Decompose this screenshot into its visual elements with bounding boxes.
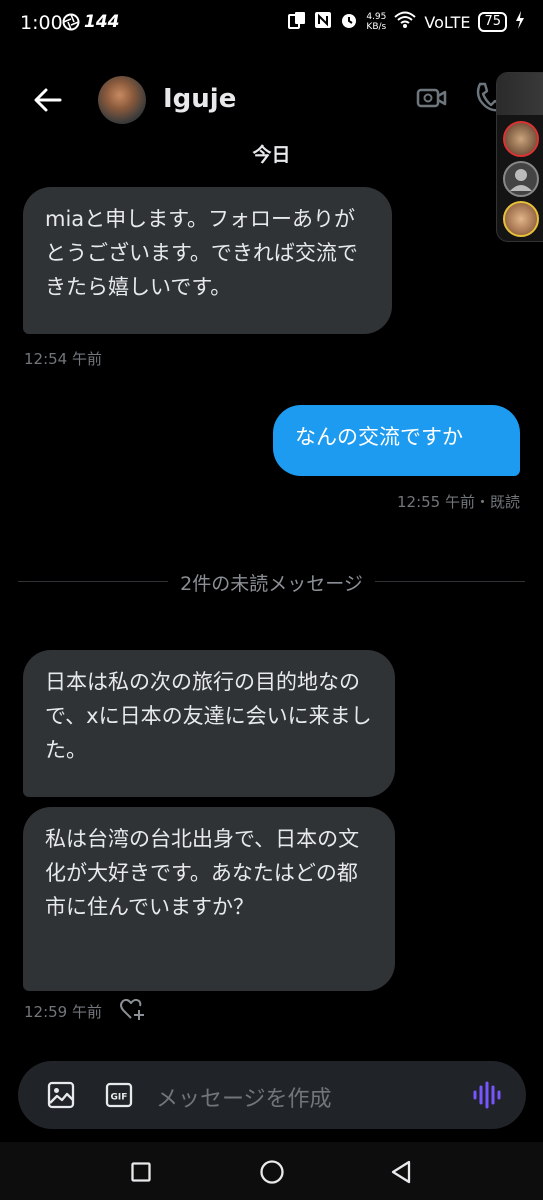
status-time: 1:00 xyxy=(20,12,63,34)
incoming-message-bubble[interactable]: miaと申します。フォローありがとうございます。できれば交流できたら嬉しいです。 xyxy=(23,187,392,334)
voice-message-button[interactable] xyxy=(472,1081,502,1113)
video-call-button[interactable] xyxy=(416,84,448,116)
incoming-message-bubble[interactable]: 私は台湾の台北出身で、日本の文化が大好きです。あなたはどの都市に住んでいますか？ xyxy=(23,807,395,991)
net-speed: 4.95 KB/s xyxy=(366,12,387,32)
overlay-banner xyxy=(497,73,543,115)
system-navigation-bar xyxy=(0,1142,543,1200)
network-label: VoLTE xyxy=(424,12,471,32)
home-button[interactable] xyxy=(259,1159,285,1189)
conversation-username[interactable]: Iguje xyxy=(163,84,236,114)
incoming-message-bubble[interactable]: 日本は私の次の旅行の目的地なので、xに日本の友達に会いに来ました。 xyxy=(23,650,395,797)
status-bar: 1:00 144 4.95 KB/s VoLTE 75 xyxy=(0,0,543,46)
heart-plus-icon xyxy=(120,998,144,1020)
alarm-icon xyxy=(340,11,358,33)
charging-icon xyxy=(515,11,525,33)
overlay-avatar xyxy=(503,201,539,237)
back-button[interactable] xyxy=(28,80,68,120)
video-call-icon xyxy=(416,88,447,108)
message-timestamp: 12:54 午前 xyxy=(24,350,102,368)
message-timestamp: 12:59 午前 xyxy=(24,1003,102,1021)
back-nav-button[interactable] xyxy=(390,1160,412,1188)
recents-button[interactable] xyxy=(131,1162,151,1186)
message-composer: GIF メッセージを作成 xyxy=(18,1061,526,1129)
image-icon xyxy=(47,1081,75,1109)
gif-icon: GIF xyxy=(105,1082,133,1108)
add-reaction-button[interactable] xyxy=(120,998,146,1026)
message-input[interactable]: メッセージを作成 xyxy=(156,1081,332,1113)
notification-n-icon xyxy=(314,11,332,33)
gif-label: GIF xyxy=(111,1093,128,1103)
refresh-rate: 144 xyxy=(84,12,120,32)
wifi-icon xyxy=(394,11,417,33)
aperture-icon xyxy=(62,13,80,35)
triangle-back-icon xyxy=(391,1160,411,1184)
circle-icon xyxy=(260,1160,284,1184)
avatar[interactable] xyxy=(98,76,146,124)
date-label: 今日 xyxy=(252,144,291,166)
attach-image-button[interactable] xyxy=(47,1081,75,1113)
apps-icon xyxy=(288,11,306,33)
back-arrow-icon xyxy=(34,88,62,112)
voice-icon xyxy=(473,1081,501,1109)
message-timestamp-read: 12:55 午前・既読 xyxy=(397,493,520,511)
unread-divider: 2件の未読メッセージ xyxy=(0,569,543,596)
square-icon xyxy=(131,1162,151,1182)
attach-gif-button[interactable]: GIF xyxy=(105,1081,133,1113)
outgoing-message-bubble[interactable]: なんの交流ですか xyxy=(273,405,520,476)
battery-indicator: 75 xyxy=(478,12,507,32)
unread-divider-label: 2件の未読メッセージ xyxy=(168,573,375,595)
